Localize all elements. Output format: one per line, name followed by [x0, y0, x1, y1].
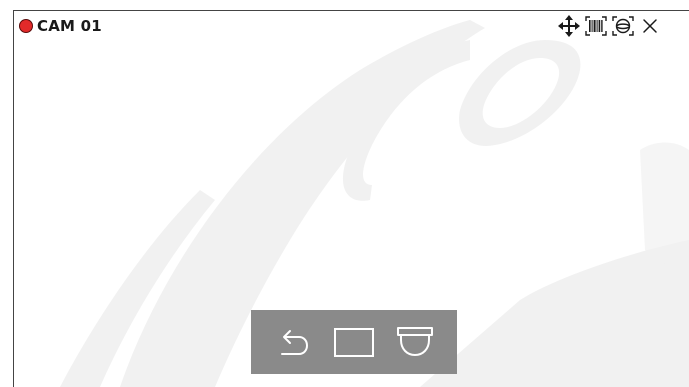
- barcode-button[interactable]: [582, 14, 609, 38]
- back-arrow-icon: [281, 330, 308, 355]
- back-button[interactable]: [271, 320, 315, 364]
- camera-viewport[interactable]: CAM 01: [0, 0, 689, 387]
- close-icon: [642, 19, 657, 33]
- move-button[interactable]: [555, 14, 582, 38]
- camera-name: CAM 01: [37, 17, 102, 35]
- tile-toolbar: [555, 14, 663, 38]
- dome-camera-icon: [397, 327, 433, 356]
- ptz-control-bar: [251, 310, 457, 374]
- close-button[interactable]: [636, 14, 663, 38]
- record-indicator-icon: [19, 19, 33, 33]
- camera-label: CAM 01: [19, 16, 102, 36]
- fisheye-dewarp-icon: [611, 16, 634, 36]
- rectangle-view-icon: [334, 328, 374, 357]
- barcode-icon: [584, 16, 607, 36]
- dewarp-button[interactable]: [609, 14, 636, 38]
- dome-view-button[interactable]: [393, 320, 437, 364]
- move-icon: [557, 15, 580, 37]
- view-mode-button[interactable]: [332, 320, 376, 364]
